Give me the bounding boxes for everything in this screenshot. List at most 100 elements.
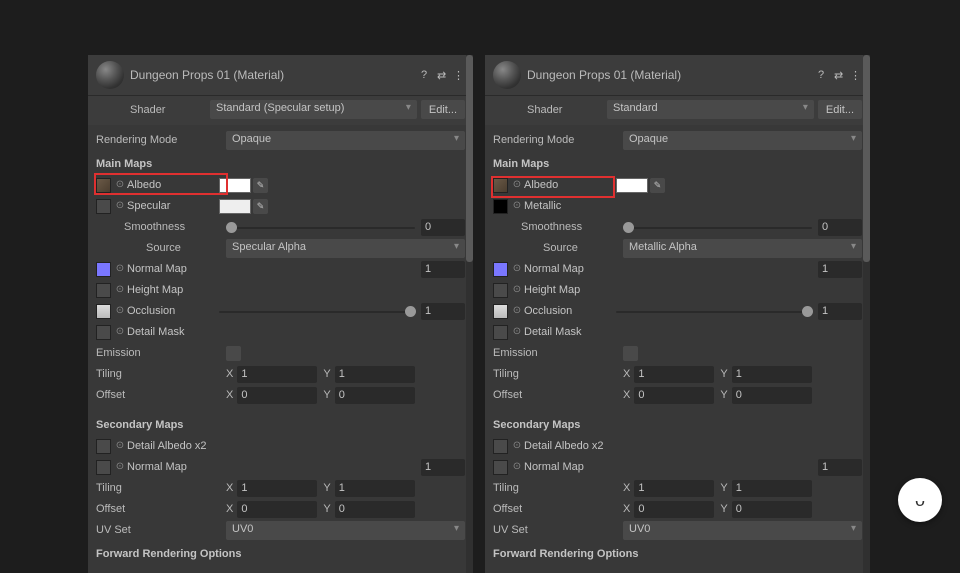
- smoothness-slider[interactable]: [226, 220, 415, 235]
- scrollbar-thumb[interactable]: [466, 55, 473, 262]
- tiling-y-field[interactable]: [732, 366, 812, 383]
- heightmap-texture-slot[interactable]: [96, 283, 111, 298]
- tiling2-y-field[interactable]: [732, 480, 812, 497]
- edit-button[interactable]: Edit...: [421, 100, 465, 119]
- help-bubble-icon[interactable]: ᴗ: [898, 478, 942, 522]
- metallic-picker-icon[interactable]: ⊙: [512, 201, 522, 211]
- offset2-label: Offset: [493, 503, 623, 515]
- albedo-picker-icon[interactable]: ⊙: [512, 180, 522, 190]
- scrollbar-thumb[interactable]: [863, 55, 870, 262]
- occlusion-slider[interactable]: [616, 304, 812, 319]
- detail-albedo-texture-slot[interactable]: [96, 439, 111, 454]
- uvset-label: UV Set: [96, 524, 226, 536]
- scrollbar[interactable]: [466, 55, 473, 573]
- smoothness-slider[interactable]: [623, 220, 812, 235]
- menu-icon[interactable]: ⋮: [453, 69, 465, 81]
- smoothness-field[interactable]: [421, 219, 465, 236]
- occlusion-picker-icon[interactable]: ⊙: [512, 306, 522, 316]
- occlusion-slider[interactable]: [219, 304, 415, 319]
- detail-albedo-picker-icon[interactable]: ⊙: [115, 441, 125, 451]
- help-icon[interactable]: ?: [421, 69, 433, 81]
- help-icon[interactable]: ?: [818, 69, 830, 81]
- rendering-mode-dropdown[interactable]: Opaque: [623, 131, 862, 150]
- detailmask-picker-icon[interactable]: ⊙: [115, 327, 125, 337]
- heightmap-texture-slot[interactable]: [493, 283, 508, 298]
- offset-x-field[interactable]: [237, 387, 317, 404]
- normalmap-texture-slot[interactable]: [96, 262, 111, 277]
- albedo-texture-slot[interactable]: [96, 178, 111, 193]
- normalmap-field[interactable]: [818, 261, 862, 278]
- albedo-label: Albedo: [524, 179, 616, 191]
- tiling-y-field[interactable]: [335, 366, 415, 383]
- material-header: Dungeon Props 01 (Material) ? ⇄ ⋮: [485, 55, 870, 96]
- offset-y-field[interactable]: [732, 387, 812, 404]
- detailmask-picker-icon[interactable]: ⊙: [512, 327, 522, 337]
- menu-icon[interactable]: ⋮: [850, 69, 862, 81]
- normalmap2-label: Normal Map: [524, 461, 616, 473]
- preset-icon[interactable]: ⇄: [437, 69, 449, 81]
- shader-dropdown[interactable]: Standard (Specular setup): [210, 100, 417, 119]
- detail-albedo-texture-slot[interactable]: [493, 439, 508, 454]
- specular-color[interactable]: [219, 199, 251, 214]
- normalmap2-texture-slot[interactable]: [96, 460, 111, 475]
- eyedropper-icon[interactable]: ✎: [253, 199, 268, 214]
- smoothness-field[interactable]: [818, 219, 862, 236]
- normalmap-field[interactable]: [421, 261, 465, 278]
- occlusion-label: Occlusion: [127, 305, 219, 317]
- secondary-maps-header: Secondary Maps: [96, 415, 465, 435]
- normalmap2-texture-slot[interactable]: [493, 460, 508, 475]
- specular-texture-slot[interactable]: [96, 199, 111, 214]
- normalmap-texture-slot[interactable]: [493, 262, 508, 277]
- emission-checkbox[interactable]: [623, 346, 638, 361]
- offset-y-field[interactable]: [335, 387, 415, 404]
- tiling-x-field[interactable]: [634, 366, 714, 383]
- tiling2-y-field[interactable]: [335, 480, 415, 497]
- source-dropdown[interactable]: Metallic Alpha: [623, 239, 862, 258]
- occlusion-texture-slot[interactable]: [493, 304, 508, 319]
- normalmap2-field[interactable]: [818, 459, 862, 476]
- rendering-mode-dropdown[interactable]: Opaque: [226, 131, 465, 150]
- occlusion-field[interactable]: [421, 303, 465, 320]
- offset2-y-field[interactable]: [335, 501, 415, 518]
- normalmap2-field[interactable]: [421, 459, 465, 476]
- albedo-picker-icon[interactable]: ⊙: [115, 180, 125, 190]
- offset2-y-field[interactable]: [732, 501, 812, 518]
- offset2-x-field[interactable]: [634, 501, 714, 518]
- tiling2-x-field[interactable]: [237, 480, 317, 497]
- offset2-x-field[interactable]: [237, 501, 317, 518]
- occlusion-texture-slot[interactable]: [96, 304, 111, 319]
- uvset-dropdown[interactable]: UV0: [226, 521, 465, 540]
- smoothness-label: Smoothness: [493, 221, 623, 233]
- heightmap-picker-icon[interactable]: ⊙: [512, 285, 522, 295]
- source-dropdown[interactable]: Specular Alpha: [226, 239, 465, 258]
- preset-icon[interactable]: ⇄: [834, 69, 846, 81]
- occlusion-field[interactable]: [818, 303, 862, 320]
- shader-dropdown[interactable]: Standard: [607, 100, 814, 119]
- normalmap2-picker-icon[interactable]: ⊙: [512, 462, 522, 472]
- normalmap-picker-icon[interactable]: ⊙: [512, 264, 522, 274]
- scrollbar[interactable]: [863, 55, 870, 573]
- normalmap-picker-icon[interactable]: ⊙: [115, 264, 125, 274]
- tiling-label: Tiling: [96, 368, 226, 380]
- uvset-dropdown[interactable]: UV0: [623, 521, 862, 540]
- eyedropper-icon[interactable]: ✎: [650, 178, 665, 193]
- albedo-texture-slot[interactable]: [493, 178, 508, 193]
- normalmap2-picker-icon[interactable]: ⊙: [115, 462, 125, 472]
- tiling-x-field[interactable]: [237, 366, 317, 383]
- albedo-color[interactable]: [616, 178, 648, 193]
- detail-albedo-picker-icon[interactable]: ⊙: [512, 441, 522, 451]
- eyedropper-icon[interactable]: ✎: [253, 178, 268, 193]
- metallic-texture-slot[interactable]: [493, 199, 508, 214]
- albedo-color[interactable]: [219, 178, 251, 193]
- specular-picker-icon[interactable]: ⊙: [115, 201, 125, 211]
- material-preview-icon: [96, 61, 124, 89]
- tiling2-x-field[interactable]: [634, 480, 714, 497]
- offset-x-field[interactable]: [634, 387, 714, 404]
- emission-checkbox[interactable]: [226, 346, 241, 361]
- heightmap-picker-icon[interactable]: ⊙: [115, 285, 125, 295]
- edit-button[interactable]: Edit...: [818, 100, 862, 119]
- detailmask-texture-slot[interactable]: [96, 325, 111, 340]
- uvset-label: UV Set: [493, 524, 623, 536]
- detailmask-texture-slot[interactable]: [493, 325, 508, 340]
- occlusion-picker-icon[interactable]: ⊙: [115, 306, 125, 316]
